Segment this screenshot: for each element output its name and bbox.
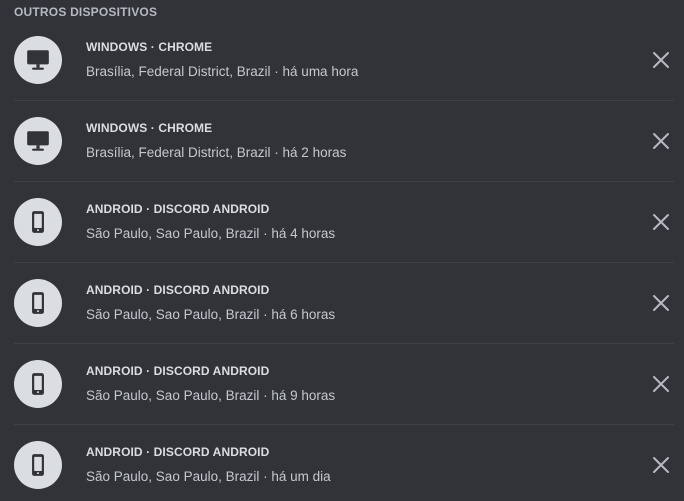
mobile-icon <box>14 198 62 246</box>
session-location: São Paulo, Sao Paulo, Brazil · há um dia <box>86 469 331 484</box>
desktop-icon <box>14 117 62 165</box>
close-icon <box>653 376 669 392</box>
logout-session-button[interactable] <box>650 49 672 71</box>
session-row: ANDROID · DISCORD ANDROID São Paulo, Sao… <box>0 344 684 425</box>
logout-session-button[interactable] <box>650 373 672 395</box>
other-devices-panel: OUTROS DISPOSITIVOS WINDOWS · CHROME Bra… <box>0 0 684 501</box>
close-icon <box>653 457 669 473</box>
close-icon <box>653 214 669 230</box>
device-name: ANDROID · DISCORD ANDROID <box>86 445 270 459</box>
session-row: WINDOWS · CHROME Brasília, Federal Distr… <box>0 20 684 101</box>
session-list: WINDOWS · CHROME Brasília, Federal Distr… <box>0 20 684 501</box>
section-title: OUTROS DISPOSITIVOS <box>14 5 158 19</box>
desktop-icon <box>14 36 62 84</box>
session-location: São Paulo, Sao Paulo, Brazil · há 4 hora… <box>86 226 336 241</box>
close-icon <box>653 52 669 68</box>
logout-session-button[interactable] <box>650 454 672 476</box>
session-location: Brasília, Federal District, Brazil · há … <box>86 145 347 160</box>
mobile-icon <box>14 360 62 408</box>
session-location: Brasília, Federal District, Brazil · há … <box>86 64 359 79</box>
device-name: WINDOWS · CHROME <box>86 40 213 54</box>
device-name: ANDROID · DISCORD ANDROID <box>86 202 270 216</box>
logout-session-button[interactable] <box>650 211 672 233</box>
session-location: São Paulo, Sao Paulo, Brazil · há 9 hora… <box>86 388 336 403</box>
session-row: ANDROID · DISCORD ANDROID São Paulo, Sao… <box>0 425 684 501</box>
logout-session-button[interactable] <box>650 130 672 152</box>
close-icon <box>653 133 669 149</box>
session-row: ANDROID · DISCORD ANDROID São Paulo, Sao… <box>0 263 684 344</box>
mobile-icon <box>14 441 62 489</box>
close-icon <box>653 295 669 311</box>
session-location: São Paulo, Sao Paulo, Brazil · há 6 hora… <box>86 307 336 322</box>
session-row: ANDROID · DISCORD ANDROID São Paulo, Sao… <box>0 182 684 263</box>
mobile-icon <box>14 279 62 327</box>
logout-session-button[interactable] <box>650 292 672 314</box>
device-name: WINDOWS · CHROME <box>86 121 213 135</box>
device-name: ANDROID · DISCORD ANDROID <box>86 364 270 378</box>
device-name: ANDROID · DISCORD ANDROID <box>86 283 270 297</box>
session-row: WINDOWS · CHROME Brasília, Federal Distr… <box>0 101 684 182</box>
